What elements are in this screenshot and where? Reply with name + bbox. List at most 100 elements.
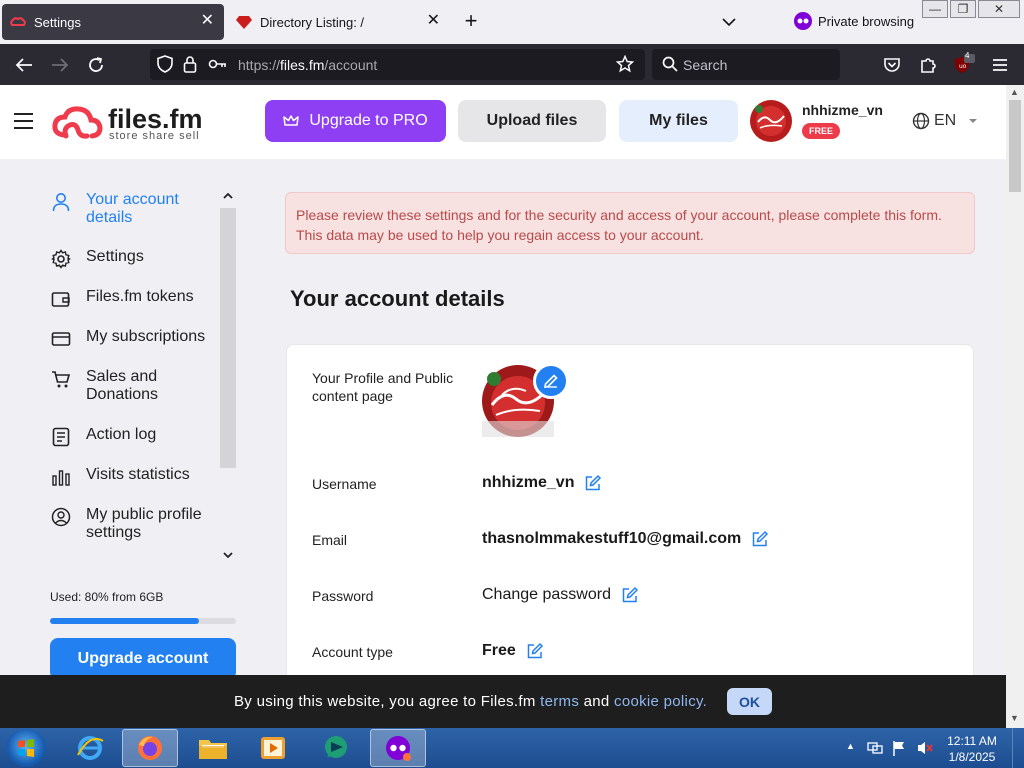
language-selector[interactable]: EN	[912, 112, 978, 130]
browser-tab-strip: Settings ✕ Directory Listing: / ✕ + Priv…	[0, 0, 1024, 44]
sidebar-item-public-profile[interactable]: My public profile settings	[50, 506, 216, 542]
navigation-toolbar: https://files.fm/account Search uo 4	[0, 44, 1024, 85]
clock-date: 1/8/2025	[948, 750, 996, 764]
firefox-icon	[138, 736, 162, 760]
action-center-flag-icon[interactable]	[891, 739, 907, 762]
taskbar-firefox[interactable]	[122, 729, 178, 767]
permissions-key-icon[interactable]	[208, 57, 228, 76]
edit-avatar-button[interactable]	[533, 363, 569, 399]
sidebar-item-sales-donations[interactable]: Sales and Donations	[50, 368, 216, 404]
taskbar-file-explorer[interactable]	[185, 729, 241, 767]
shield-icon[interactable]	[157, 55, 173, 78]
back-arrow-icon[interactable]	[11, 52, 37, 78]
sidebar-item-account-details[interactable]: Your account details	[50, 191, 216, 227]
cookie-ok-button[interactable]: OK	[727, 688, 772, 715]
caret-down-icon	[968, 118, 978, 124]
sidebar-item-subscriptions[interactable]: My subscriptions	[50, 328, 216, 350]
extensions-puzzle-icon[interactable]	[915, 52, 941, 78]
taskbar-media-player[interactable]	[245, 729, 301, 767]
volume-muted-icon[interactable]	[916, 740, 934, 761]
url-path: /account	[324, 57, 378, 73]
storage-progress-fill	[50, 618, 199, 624]
windows-start-button[interactable]	[6, 729, 46, 767]
search-bar[interactable]: Search	[652, 49, 840, 80]
username-value: nhhizme_vn	[482, 474, 575, 491]
log-icon	[50, 426, 72, 448]
sidebar-scrollbar-thumb[interactable]	[220, 208, 236, 468]
sidebar-item-visits-statistics[interactable]: Visits statistics	[50, 466, 216, 488]
sidebar-item-tokens[interactable]: Files.fm tokens	[50, 288, 216, 310]
page-scrollbar-thumb[interactable]	[1009, 100, 1021, 192]
upgrade-to-pro-button[interactable]: Upgrade to PRO	[265, 100, 446, 142]
show-hidden-icons-arrow-icon[interactable]: ▲	[846, 741, 855, 751]
upload-files-button[interactable]: Upload files	[458, 100, 606, 142]
system-clock[interactable]: 12:11 AM 1/8/2025	[942, 733, 1002, 765]
internet-explorer-icon	[77, 736, 104, 760]
page-title: Your account details	[290, 286, 505, 311]
filesfm-logo[interactable]: files.fm store share sell	[52, 103, 203, 143]
close-tab-icon[interactable]: ✕	[427, 13, 440, 29]
cookie-policy-link[interactable]: cookie policy.	[614, 693, 707, 710]
restore-icon[interactable]: ❐	[950, 0, 976, 18]
edit-password-icon[interactable]	[621, 586, 639, 604]
taskbar-chat-app[interactable]	[308, 729, 364, 767]
taskbar-internet-explorer[interactable]	[62, 729, 118, 767]
url-bar[interactable]: https://files.fm/account	[150, 49, 645, 80]
edit-username-icon[interactable]	[584, 474, 602, 492]
firefox-private-icon	[386, 736, 411, 761]
header-username[interactable]: nhhizme_vn	[802, 102, 883, 118]
lock-icon[interactable]	[183, 55, 197, 78]
upgrade-account-button[interactable]: Upgrade account	[50, 638, 236, 680]
chevron-down-icon[interactable]	[222, 547, 234, 565]
show-desktop-button[interactable]	[1012, 728, 1024, 768]
terms-link[interactable]: terms	[540, 693, 579, 710]
taskbar-firefox-private[interactable]	[370, 729, 426, 767]
cookie-text-lead: By using this website, you agree to File…	[234, 693, 541, 710]
upload-files-label: Upload files	[486, 112, 578, 129]
hamburger-menu-icon[interactable]	[14, 113, 33, 129]
sidebar-item-label: Files.fm tokens	[86, 288, 194, 305]
card-icon	[50, 328, 72, 350]
private-mask-icon	[794, 12, 812, 30]
chevron-up-icon[interactable]	[222, 188, 234, 206]
bookmark-star-icon[interactable]	[615, 54, 635, 78]
forward-arrow-icon[interactable]	[47, 52, 73, 78]
menu-icon[interactable]	[987, 52, 1013, 78]
url-text[interactable]: https://files.fm/account	[238, 57, 377, 73]
window-controls: — ❐ ✕	[920, 0, 1020, 18]
plan-badge: FREE	[802, 123, 841, 139]
page-scrollbar[interactable]: ▲ ▼	[1006, 85, 1024, 728]
close-tab-icon[interactable]: ✕	[201, 13, 214, 29]
change-password-link[interactable]: Change password	[482, 586, 611, 604]
language-label: EN	[934, 112, 957, 129]
tab-settings[interactable]: Settings ✕	[2, 4, 224, 40]
tab-directory-listing[interactable]: Directory Listing: / ✕	[228, 4, 450, 40]
avatar[interactable]	[750, 100, 792, 142]
edit-email-icon[interactable]	[751, 530, 769, 548]
scroll-up-arrow-icon[interactable]: ▲	[1010, 87, 1019, 97]
filesfm-favicon-icon	[10, 14, 26, 30]
ruby-favicon-icon	[236, 14, 252, 30]
window-close-icon[interactable]: ✕	[978, 0, 1020, 18]
reload-icon[interactable]	[83, 52, 109, 78]
scroll-down-arrow-icon[interactable]: ▼	[1010, 713, 1019, 723]
network-icon[interactable]	[866, 740, 884, 761]
logo-tagline: store share sell	[109, 130, 200, 142]
wallet-icon	[50, 288, 72, 310]
sidebar-item-label: Visits statistics	[86, 466, 190, 483]
windows-logo-icon	[18, 739, 34, 757]
sidebar-item-label: My subscriptions	[86, 328, 206, 345]
sidebar-item-action-log[interactable]: Action log	[50, 426, 216, 448]
minimize-icon[interactable]: —	[922, 0, 948, 18]
sidebar-scrollbar[interactable]	[220, 192, 236, 574]
my-files-button[interactable]: My files	[619, 100, 738, 142]
list-all-tabs-chevron-icon[interactable]	[716, 10, 742, 34]
ublock-extension-icon[interactable]: uo 4	[951, 51, 977, 78]
sidebar-item-settings[interactable]: Settings	[50, 248, 216, 270]
edit-account-type-icon[interactable]	[526, 642, 544, 660]
tab-title: Directory Listing: /	[260, 14, 365, 30]
profile-row-label: Your Profile and Public content page	[312, 370, 454, 404]
cookie-ok-label: OK	[739, 693, 760, 710]
pocket-icon[interactable]	[879, 52, 905, 78]
new-tab-button[interactable]: +	[458, 8, 484, 34]
